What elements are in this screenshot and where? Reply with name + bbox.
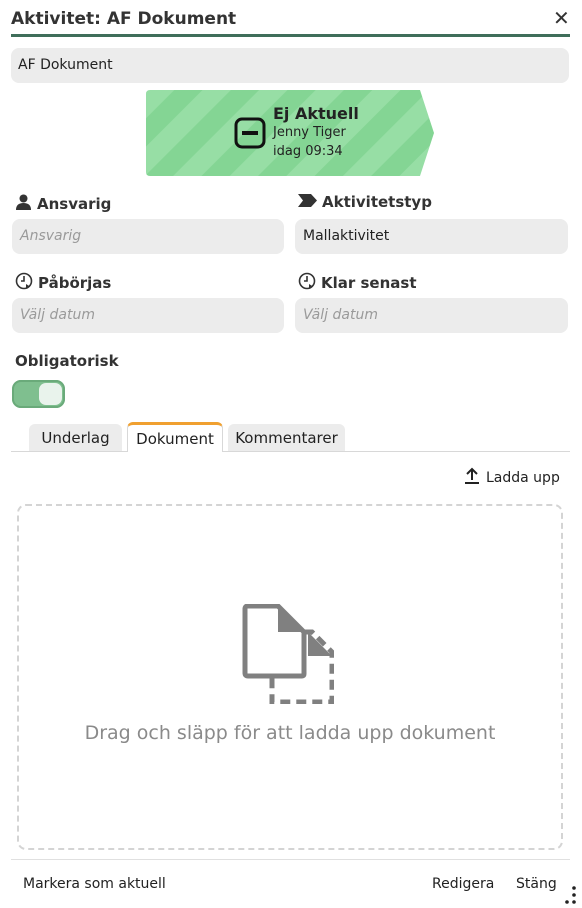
klar-senast-label-text: Klar senast [321,274,417,292]
user-icon [15,194,32,214]
ansvarig-label: Ansvarig [15,194,111,214]
close-button[interactable]: Stäng [516,876,557,892]
ansvarig-label-text: Ansvarig [37,195,112,213]
klar-senast-date-input[interactable]: Välj datum [295,298,568,333]
clock-icon [15,272,33,294]
aktivitetstyp-label: Aktivitetstyp [298,193,432,211]
dialog-title: Aktivitet: AF Dokument [11,9,237,29]
mark-current-button[interactable]: Markera som aktuell [23,876,166,892]
paborjas-label-text: Påbörjas [38,274,112,292]
aktivitetstyp-select[interactable]: Mallaktivitet [295,219,568,254]
status-title: Ej Aktuell [273,104,359,123]
more-vertical-icon[interactable] [563,886,581,908]
paborjas-date-input[interactable]: Välj datum [12,298,284,333]
tab-dokument[interactable]: Dokument [127,422,223,452]
status-text: Ej Aktuell Jenny Tiger idag 09:34 [273,104,359,161]
tab-underlag[interactable]: Underlag [29,424,122,451]
toggle-knob [39,383,62,405]
tabs-divider [11,451,570,452]
aktivitetstyp-label-text: Aktivitetstyp [322,193,432,211]
edit-button[interactable]: Redigera [432,876,494,892]
dropzone-text: Drag och släpp för att ladda upp dokumen… [84,722,496,744]
title-divider [11,34,570,37]
tag-icon [298,193,317,211]
paborjas-label: Påbörjas [15,272,111,294]
upload-button[interactable]: Ladda upp [463,467,560,489]
status-user: Jenny Tiger [273,125,346,140]
obligatorisk-label: Obligatorisk [15,352,119,370]
clock-icon [298,272,316,294]
upload-label: Ladda upp [486,470,560,486]
activity-name-field[interactable]: AF Dokument [11,48,569,83]
close-icon[interactable]: ✕ [553,6,570,30]
documents-icon [242,603,335,708]
ansvarig-input[interactable]: Ansvarig [12,219,284,254]
status-time: idag 09:34 [273,144,343,159]
footer-divider [11,859,570,860]
minus-square-icon [234,117,266,153]
tab-kommentarer[interactable]: Kommentarer [228,424,345,451]
klar-senast-label: Klar senast [298,272,417,294]
upload-icon [463,467,481,489]
